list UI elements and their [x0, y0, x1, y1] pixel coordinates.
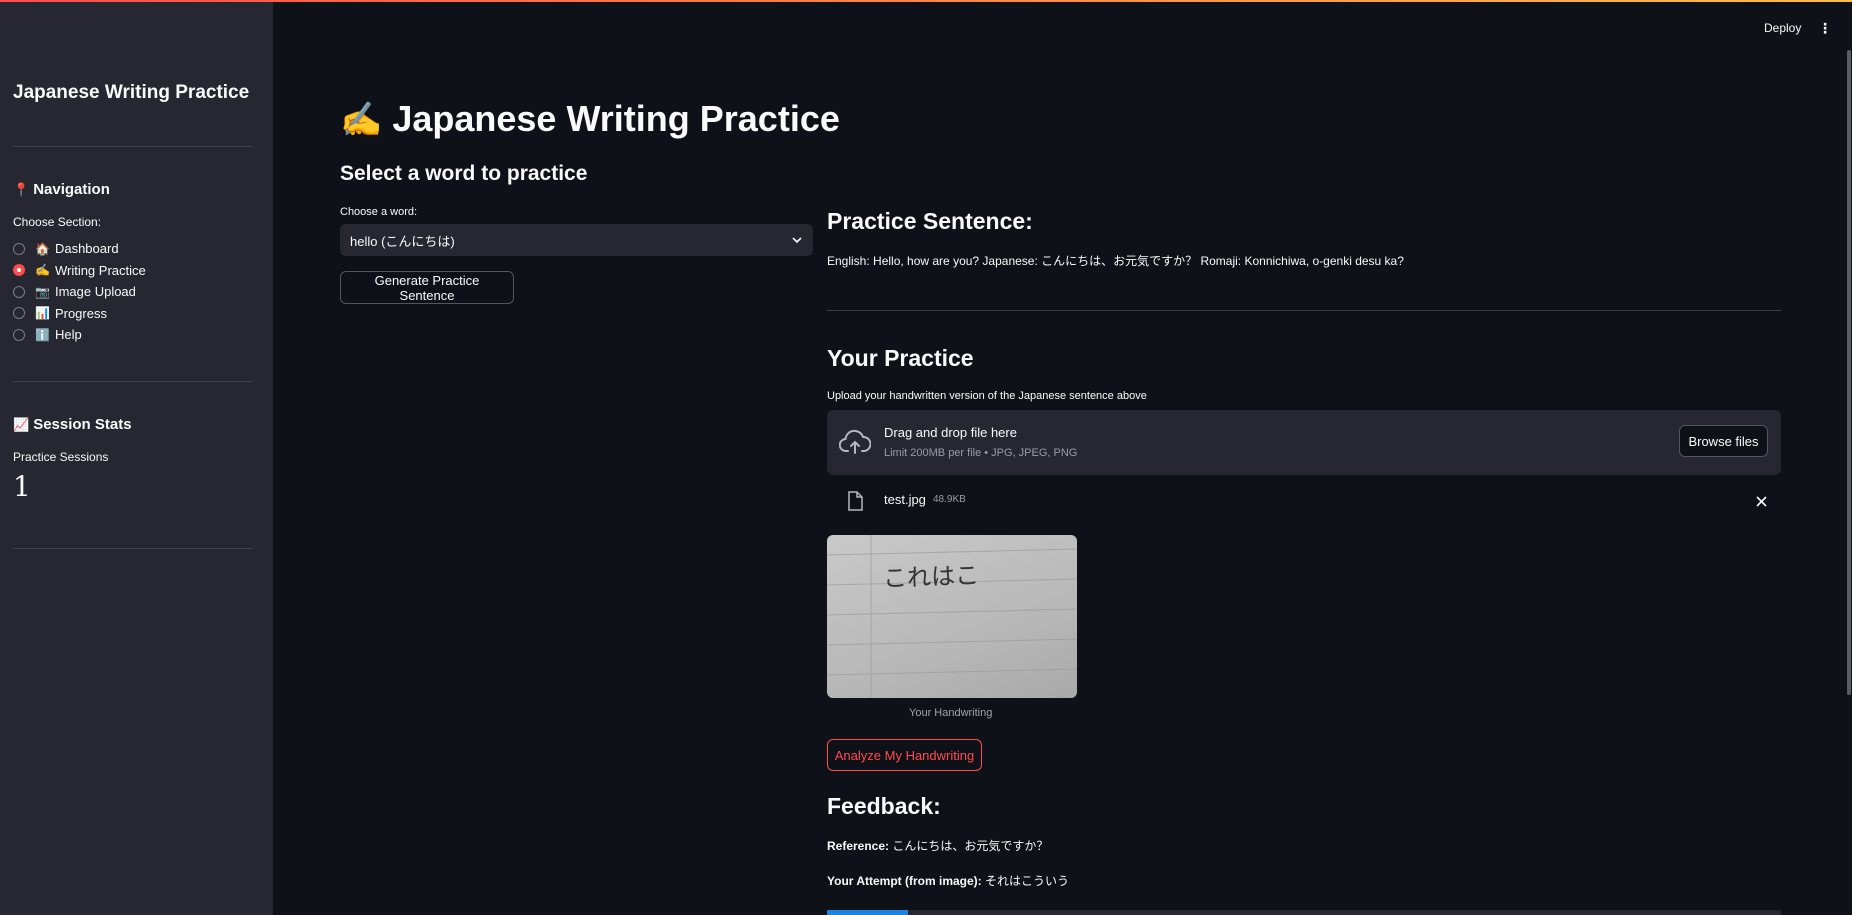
uploaded-file-row: test.jpg 48.9KB [827, 488, 1781, 514]
browse-files-button[interactable]: Browse files [1679, 425, 1768, 457]
feedback-heading: Feedback: [827, 793, 941, 819]
attempt-text: それはこういう [985, 874, 1070, 888]
close-icon[interactable] [1756, 496, 1767, 507]
upload-instruction: Upload your handwritten version of the J… [827, 390, 1147, 402]
session-stats-heading: 📈 Session Stats [13, 416, 132, 433]
radio-progress[interactable]: 📊 Progress [13, 303, 146, 325]
reference-line: Reference: こんにちは、お元気ですか？ [827, 837, 1048, 854]
radio-label: Image Upload [54, 284, 136, 300]
radio-dot[interactable] [13, 242, 25, 255]
deploy-button[interactable]: Deploy [1764, 21, 1801, 35]
handwriting-image: これはこ [827, 535, 1077, 698]
writing-hand-icon: ✍️ [35, 263, 50, 278]
sidebar-divider [13, 381, 253, 382]
radio-label: Progress [54, 305, 107, 321]
sidebar-title: Japanese Writing Practice [13, 82, 250, 103]
choose-word-label: Choose a word: [340, 206, 418, 218]
radio-label: Dashboard [54, 241, 119, 257]
divider [827, 310, 1781, 311]
file-size: 48.9KB [933, 494, 966, 505]
radio-label: Help [54, 327, 82, 343]
reference-label: Reference: [827, 839, 890, 853]
file-name: test.jpg [884, 492, 926, 507]
page-title: ✍️ Japanese Writing Practice [340, 98, 840, 139]
sidebar-divider [13, 548, 253, 549]
cloud-upload-icon [839, 429, 871, 454]
navigation-heading: 📍 Navigation [13, 181, 110, 198]
info-icon: ℹ️ [35, 327, 50, 342]
chevron-down-icon [792, 237, 802, 244]
file-dropzone[interactable]: Drag and drop file here Limit 200MB per … [827, 410, 1781, 475]
attempt-line: Your Attempt (from image): それはこういう [827, 872, 1069, 889]
practice-sentence-text: English: Hello, how are you? Japanese: こ… [827, 254, 1404, 268]
handwriting-text: これはこ [882, 561, 980, 593]
score-progress-fill [827, 910, 909, 915]
radio-label: Writing Practice [54, 262, 146, 278]
image-caption: Your Handwriting [909, 707, 993, 719]
radio-image-upload[interactable]: 📷 Image Upload [13, 281, 146, 303]
radio-dot[interactable] [13, 285, 25, 298]
practice-sentence-heading: Practice Sentence: [827, 208, 1033, 234]
chart-increasing-icon: 📈 [13, 417, 30, 432]
your-practice-heading: Your Practice [827, 345, 974, 371]
scrollbar[interactable] [1847, 50, 1851, 695]
radio-dot[interactable] [13, 328, 25, 341]
select-word-heading: Select a word to practice [340, 162, 588, 185]
house-icon: 🏠 [35, 241, 50, 256]
radio-dot[interactable] [13, 307, 25, 320]
score-progress-bar [827, 910, 1781, 915]
top-decoration-line [0, 0, 1852, 2]
practice-sessions-label: Practice Sessions [13, 450, 109, 464]
bar-chart-icon: 📊 [35, 306, 50, 321]
pin-icon: 📍 [13, 182, 30, 197]
dropzone-title: Drag and drop file here [884, 425, 1017, 440]
attempt-label: Your Attempt (from image): [827, 874, 982, 888]
reference-text: こんにちは、お元気ですか？ [892, 839, 1049, 853]
radio-dot-selected[interactable] [13, 264, 25, 277]
generate-sentence-button[interactable]: Generate Practice Sentence [340, 271, 514, 304]
writing-hand-icon: ✍️ [340, 101, 383, 139]
analyze-handwriting-button[interactable]: Analyze My Handwriting [827, 739, 982, 771]
file-icon [848, 491, 863, 511]
section-radio-group: 🏠 Dashboard ✍️ Writing Practice 📷 Image … [13, 238, 146, 346]
word-select[interactable]: hello (こんにちは) [340, 224, 813, 256]
choose-section-label: Choose Section: [13, 215, 102, 229]
radio-writing-practice[interactable]: ✍️ Writing Practice [13, 260, 146, 282]
dropzone-limit: Limit 200MB per file • JPG, JPEG, PNG [884, 447, 1078, 459]
main-menu-icon[interactable]: ⋮ [1818, 20, 1832, 37]
radio-dashboard[interactable]: 🏠 Dashboard [13, 238, 146, 260]
camera-icon: 📷 [35, 284, 50, 299]
radio-help[interactable]: ℹ️ Help [13, 324, 146, 346]
word-select-value: hello (こんにちは) [350, 233, 455, 249]
practice-sessions-value: 1 [13, 470, 31, 503]
sidebar: Japanese Writing Practice 📍 Navigation Ch… [0, 0, 273, 915]
sidebar-divider [13, 146, 253, 147]
